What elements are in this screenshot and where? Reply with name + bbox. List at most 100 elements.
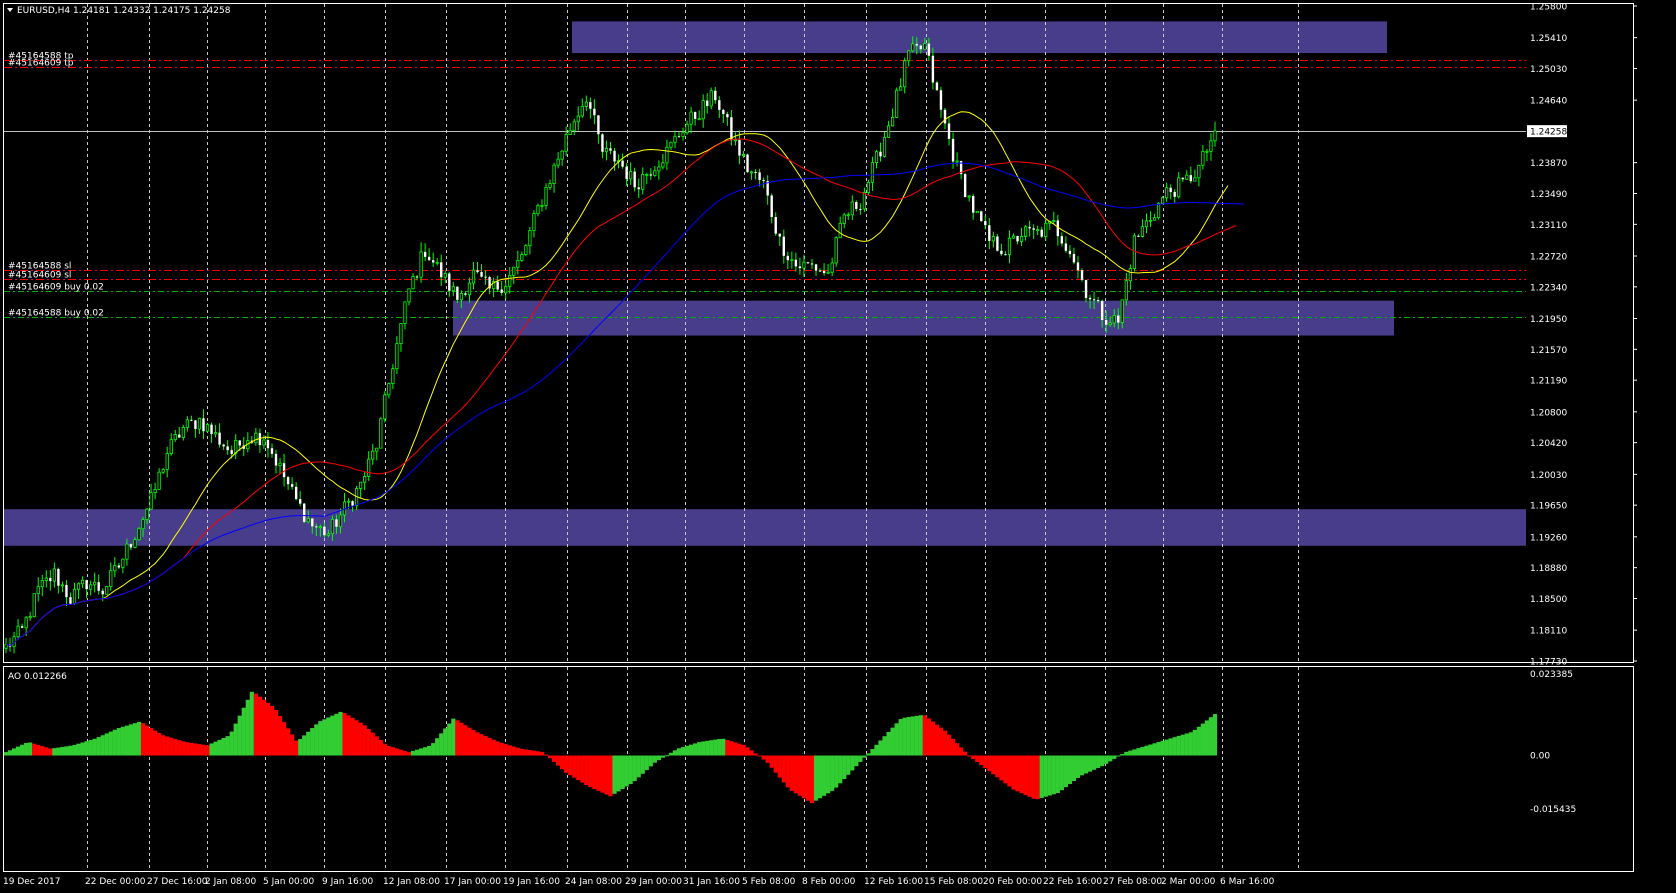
candle-body [383,394,387,420]
time-tick-label: 5 Jan 00:00 [263,877,315,887]
ao-bar [306,731,311,756]
zone-rect[interactable] [572,21,1387,54]
ao-bar [257,696,262,756]
ao-bar [1059,755,1064,791]
ao-bar [1019,755,1024,794]
ao-bar [209,743,214,756]
candle-body [238,440,241,446]
candle-body [1189,175,1193,182]
ao-bar [471,730,476,756]
ao-bar [390,747,395,756]
candle-body [60,584,65,587]
ao-bar [237,715,242,756]
candle-body [528,230,532,247]
candle-body [1100,301,1104,321]
candle-body [552,164,556,185]
ao-bar [273,709,279,756]
candle-body [685,123,689,134]
candle-body [726,114,729,118]
ao-bar [322,719,327,756]
ao-bar [330,715,335,756]
ao-bar [96,737,101,756]
candle-body [28,616,32,619]
candle-body [629,171,633,180]
candle-body [141,519,145,530]
zone-rect[interactable] [4,509,1526,546]
ao-bar [1184,733,1189,756]
candle-body [32,593,36,617]
ao-bar [32,743,37,756]
ao-bar [572,755,577,778]
candle-body [862,191,866,210]
ao-bar [1200,723,1206,756]
ao-bar [749,750,754,756]
candle-body [1185,174,1189,180]
candle-body [532,213,536,231]
candle-body [677,136,681,138]
candle-body [576,115,580,123]
ao-bar [197,744,202,756]
ao-bar [459,722,464,756]
candle-body [93,581,97,586]
candle-body [564,134,568,152]
ao-bar [423,747,428,756]
candle-body [830,262,834,273]
candle-body [226,446,229,451]
ao-bar [1180,734,1185,756]
ao-bar [1124,751,1129,756]
ao-bar [173,738,178,756]
candle-body [423,251,427,257]
candle-body [1060,236,1064,244]
ao-bar [128,724,134,756]
ao-bar [709,740,714,756]
eurusd-h4-chart[interactable]: #45164588 tp#45164609 tp#45164588 sl#451… [0,0,1676,893]
ao-bar [475,732,480,756]
candle-body [318,526,322,528]
ao-bar [789,755,794,791]
ao-bar [44,747,49,756]
candle-body [798,266,802,269]
candle-body [315,526,318,528]
ao-bar [310,728,315,756]
ao-bar [568,755,573,776]
ao-bar [281,722,287,756]
candle-body [1076,262,1080,271]
candle-body [786,255,790,261]
candle-body [842,214,846,224]
ao-bar [612,755,617,794]
ao-bar [821,755,827,796]
ao-bar [7,750,13,756]
candle-body [609,148,612,151]
candle-body [903,60,907,88]
candle-body [584,101,588,107]
candle-body [1007,237,1012,255]
ao-bar [801,755,807,799]
ao-bar [1035,755,1040,800]
candle-body [1117,315,1120,323]
ao-bar [737,743,742,756]
ao-bar [116,728,121,756]
ao-tick-label: -0.015435 [1530,805,1576,815]
candle-body [1023,226,1028,237]
candle-body [80,579,85,585]
ao-bar [648,755,653,767]
ao-bar [495,741,500,756]
candle-body [504,285,508,294]
candle-body [431,260,435,263]
candle-body [1084,280,1088,298]
candle-body [480,272,483,277]
ao-bar [660,755,665,758]
ao-bar [342,712,347,756]
ao-bar [523,749,528,756]
ao-bar [741,744,746,756]
ao-bar [600,755,605,793]
candle-body [1193,177,1197,182]
candle-body [464,293,467,295]
ao-bar [624,755,629,787]
candle-body [665,146,669,164]
ao-bar [584,755,589,786]
candle-body [1165,187,1169,199]
candle-body [1144,220,1149,228]
candle-body [733,139,738,142]
ao-bar [636,755,641,778]
